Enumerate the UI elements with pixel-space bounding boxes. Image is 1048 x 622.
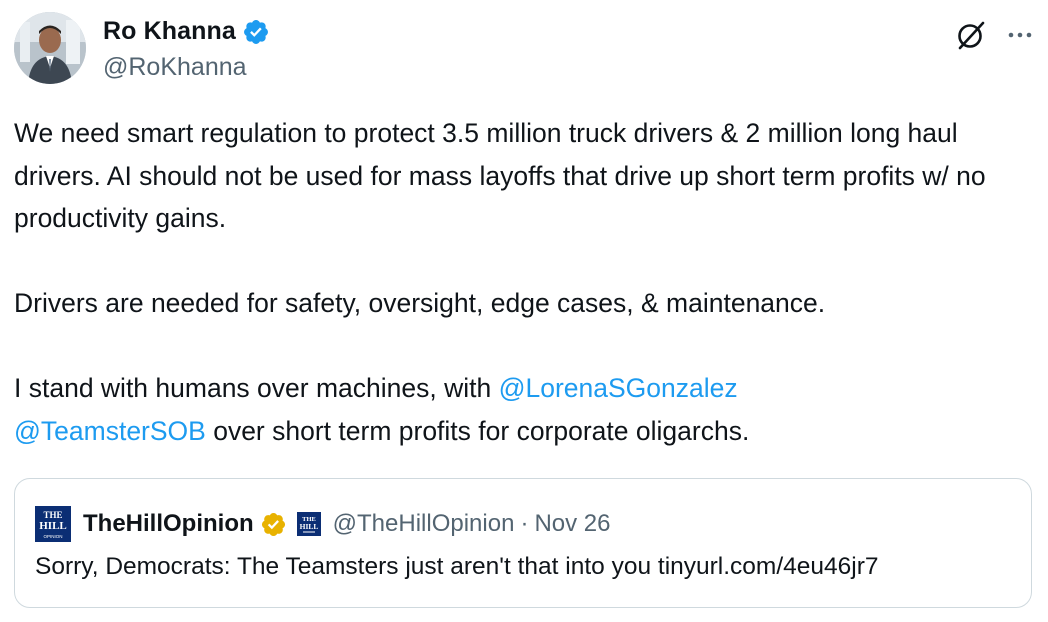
- mention-link-teamster[interactable]: @TeamsterSOB: [14, 416, 206, 446]
- author-handle[interactable]: @RoKhanna: [103, 53, 247, 82]
- profile-photo-icon: [14, 12, 86, 84]
- svg-text:OPINION: OPINION: [43, 534, 62, 539]
- mention-link-lorena[interactable]: @LorenaSGonzalez: [499, 373, 738, 403]
- thehill-affiliate-icon: THE HILL: [296, 512, 321, 536]
- svg-text:HILL: HILL: [299, 522, 318, 531]
- tweet-card: Ro Khanna @RoKhanna We need smart regula…: [0, 0, 1048, 622]
- tweet-paragraph-2: Drivers are needed for safety, oversight…: [14, 288, 826, 318]
- quoted-separator: ·: [520, 510, 529, 537]
- quoted-tweet-card[interactable]: THE HILL OPINION TheHillOpinion THE HILL…: [14, 478, 1032, 608]
- quoted-date[interactable]: Nov 26: [534, 510, 610, 538]
- verified-badge-icon: [243, 19, 268, 44]
- quoted-tweet-text: Sorry, Democrats: The Teamsters just are…: [35, 553, 879, 580]
- quoted-display-name[interactable]: TheHillOpinion: [83, 510, 254, 538]
- tweet-text: We need smart regulation to protect 3.5 …: [14, 112, 1024, 452]
- thehill-logo-icon[interactable]: THE HILL OPINION: [35, 506, 71, 542]
- tweet-paragraph-3-start: I stand with humans over machines, with: [14, 373, 499, 403]
- tweet-header: Ro Khanna @RoKhanna: [14, 12, 1034, 92]
- thehill-logo-graphic: THE HILL OPINION: [35, 506, 71, 542]
- svg-text:HILL: HILL: [39, 520, 67, 532]
- author-display-name[interactable]: Ro Khanna: [103, 17, 236, 46]
- tweet-paragraph-1: We need smart regulation to protect 3.5 …: [14, 118, 994, 233]
- quoted-tweet-header: THE HILL OPINION TheHillOpinion THE HILL…: [35, 504, 610, 544]
- tweet-paragraph-3-end: over short term profits for corporate ol…: [205, 415, 750, 446]
- grok-icon[interactable]: [954, 18, 988, 52]
- gold-verified-badge-icon: [261, 512, 285, 536]
- tweet-top-actions: [954, 18, 1034, 52]
- author-avatar[interactable]: [14, 12, 86, 84]
- svg-text:THE: THE: [43, 510, 62, 520]
- quoted-handle[interactable]: @TheHillOpinion: [333, 510, 515, 538]
- more-options-icon[interactable]: [1006, 21, 1034, 49]
- author-name-row: Ro Khanna: [103, 17, 270, 46]
- thehill-affiliate-graphic: THE HILL: [296, 512, 321, 536]
